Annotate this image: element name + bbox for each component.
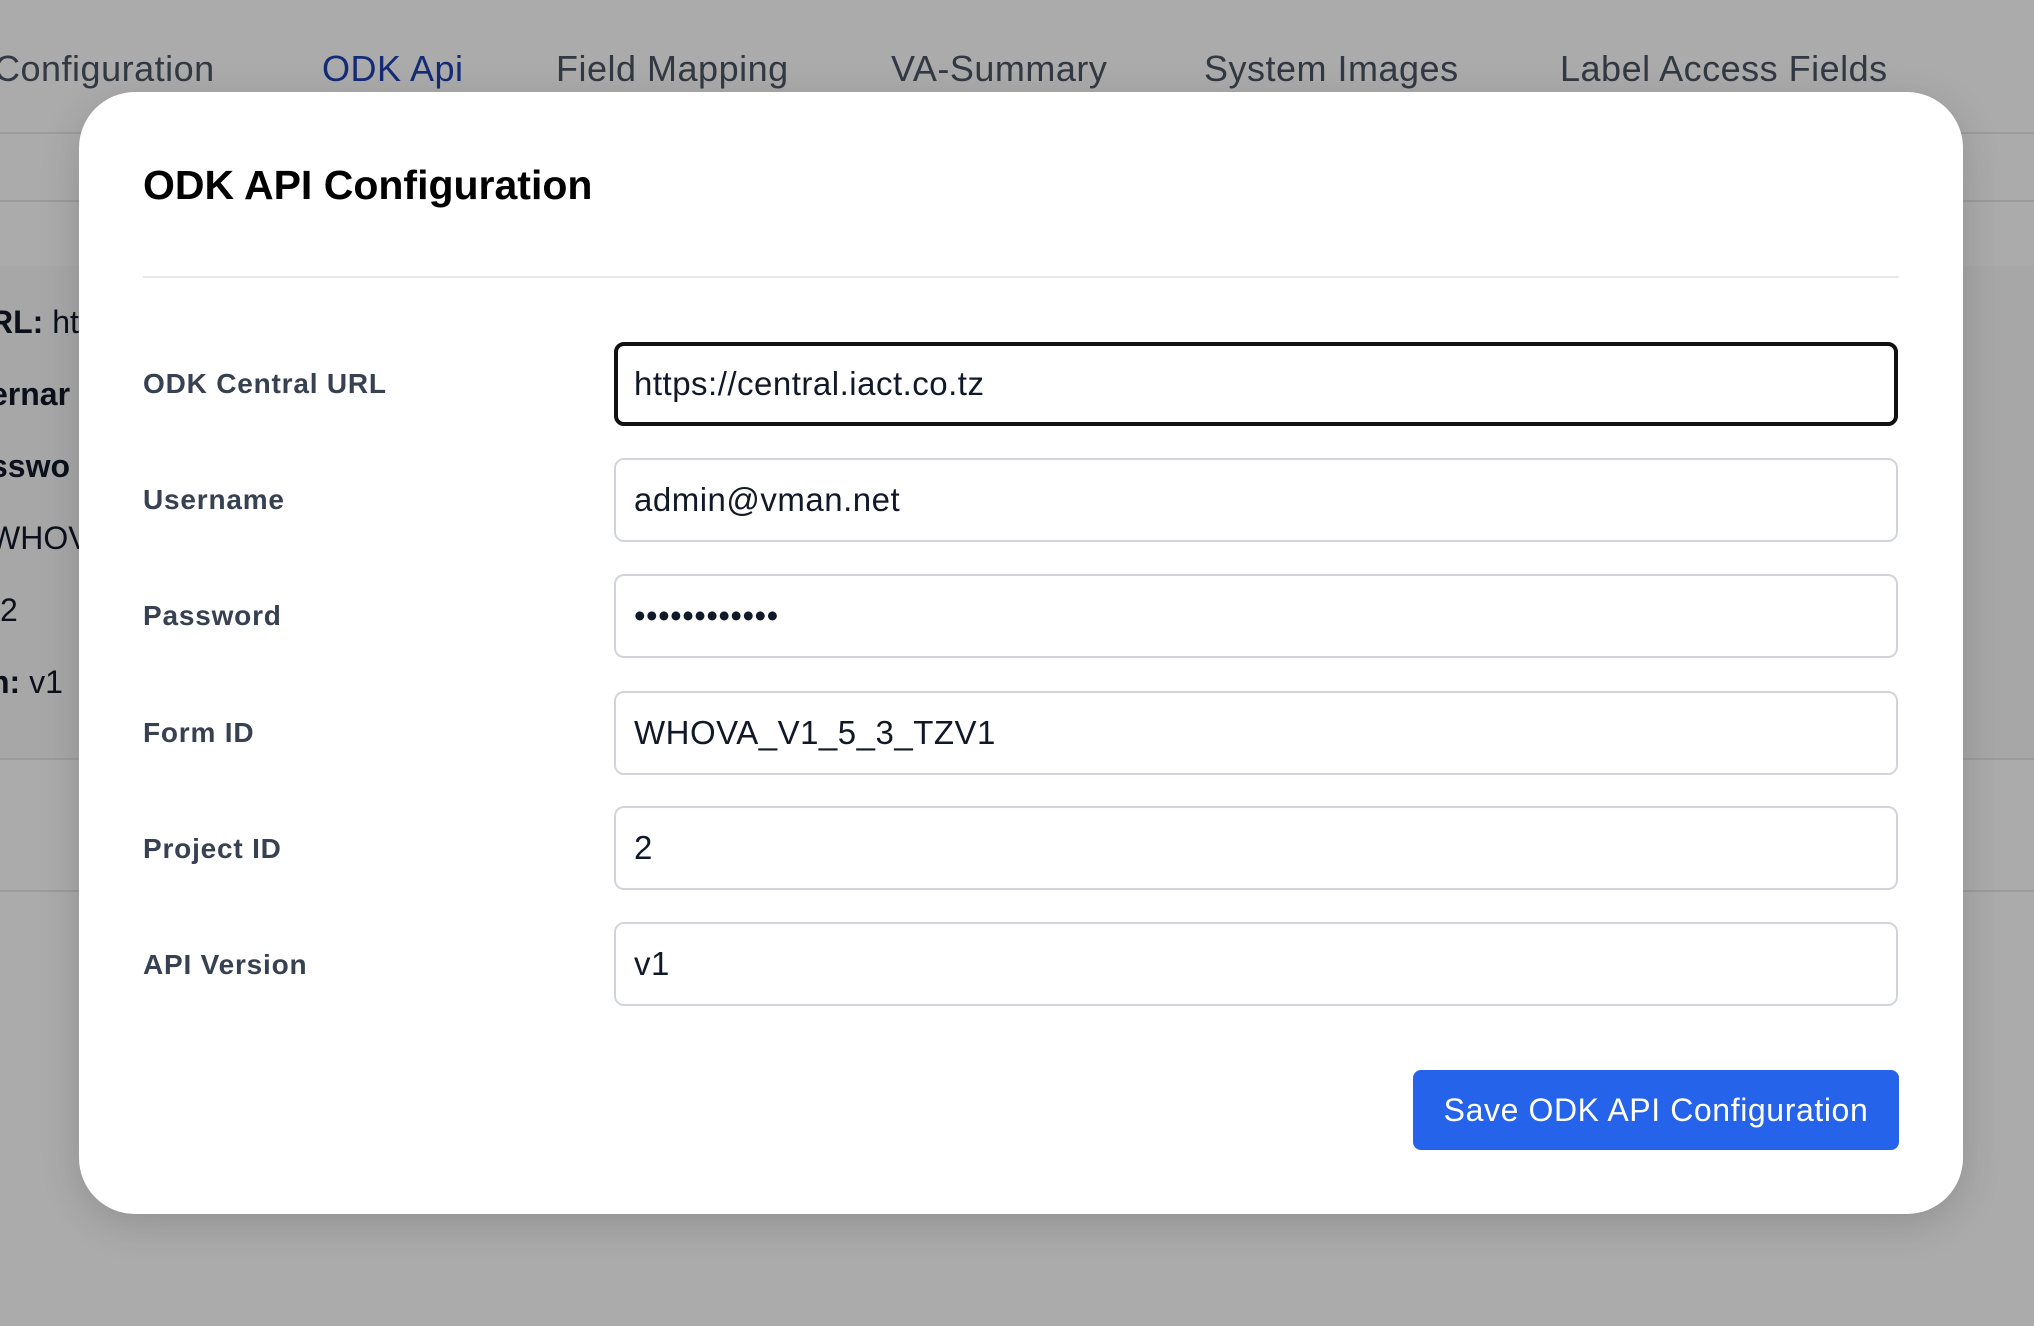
form-id-input[interactable] [614,691,1898,775]
odk-central-url-label: ODK Central URL [143,368,387,399]
odk-api-config-modal: ODK API Configuration ODK Central URL Us… [79,92,1963,1214]
project-id-label: Project ID [143,833,282,864]
username-label: Username [143,484,285,515]
modal-title: ODK API Configuration [143,162,593,208]
api-version-input[interactable] [614,922,1898,1006]
api-version-label: API Version [143,949,308,980]
save-odk-api-config-button[interactable]: Save ODK API Configuration [1413,1070,1899,1150]
project-id-input[interactable] [614,806,1898,890]
username-input[interactable] [614,458,1898,542]
form-id-label: Form ID [143,717,255,748]
password-label: Password [143,600,282,631]
modal-divider [143,276,1899,278]
odk-central-url-input[interactable] [614,342,1898,426]
password-input[interactable] [614,574,1898,658]
